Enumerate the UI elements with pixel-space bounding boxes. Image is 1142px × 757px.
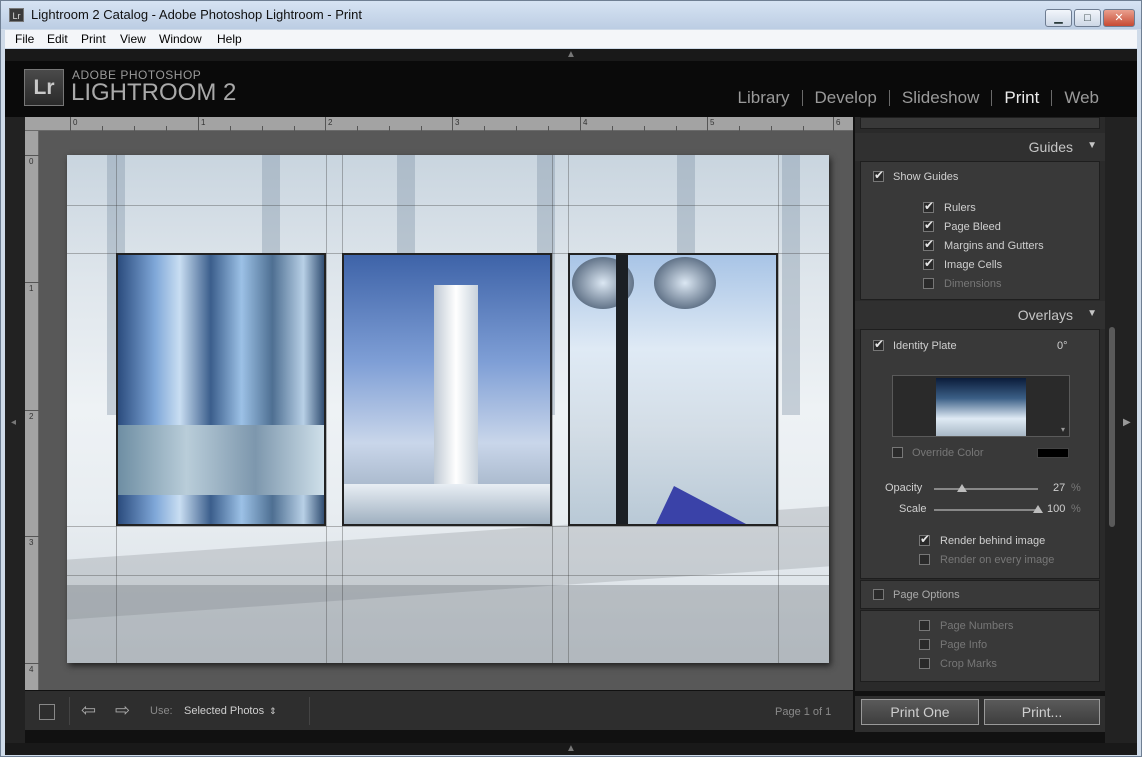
page-options-row: Page Options (860, 580, 1100, 609)
rulers-checkbox[interactable] (923, 199, 934, 213)
top-panel-toggle[interactable]: ▲ (5, 49, 1137, 61)
title-bar[interactable]: Lr Lightroom 2 Catalog - Adobe Photoshop… (1, 1, 1141, 29)
page-options-section: Page Numbers Page Info Crop Marks (860, 610, 1100, 682)
guide-line (552, 155, 553, 663)
collapse-down-icon[interactable]: ▲ (566, 743, 576, 754)
override-color-swatch[interactable] (1037, 448, 1069, 458)
application-window: Lr Lightroom 2 Catalog - Adobe Photoshop… (0, 0, 1142, 757)
module-develop[interactable]: Develop (815, 88, 877, 108)
lr-logo: Lr (24, 69, 64, 106)
expand-left-icon[interactable]: ◂ (11, 417, 16, 428)
menu-help[interactable]: Help (217, 32, 242, 46)
menu-edit[interactable]: Edit (47, 32, 68, 46)
updown-icon: ⇕ (269, 706, 277, 716)
image-cell-2[interactable] (342, 253, 552, 526)
horizontal-ruler: 0 1 2 3 4 5 6 (25, 117, 853, 131)
identity-plate-bar: Lr ADOBE PHOTOSHOP LIGHTROOM 2 Library D… (5, 61, 1137, 117)
print-one-button[interactable]: Print One (861, 699, 979, 725)
window-title: Lightroom 2 Catalog - Adobe Photoshop Li… (31, 7, 362, 22)
page-options-checkbox[interactable] (873, 589, 884, 600)
image-cells-checkbox[interactable] (923, 256, 934, 270)
use-label: Use: (150, 705, 173, 717)
overlays-section: Identity Plate 0° ▾ Override Color Opaci… (860, 329, 1100, 579)
opacity-slider[interactable] (934, 484, 1038, 492)
next-page-icon[interactable]: ⇨ (115, 700, 130, 721)
guide-line (67, 526, 829, 527)
image-cell-1[interactable] (116, 253, 326, 526)
identity-plate-angle[interactable]: 0° (1057, 340, 1068, 352)
left-panel-toggle[interactable]: ◂ (5, 117, 25, 743)
module-library[interactable]: Library (738, 88, 790, 108)
guide-line (778, 155, 779, 663)
module-divider (991, 90, 993, 106)
scale-slider-knob[interactable] (1033, 505, 1043, 513)
print-page (67, 155, 829, 663)
guide-line (326, 155, 327, 663)
module-divider (888, 90, 890, 106)
render-behind-checkbox[interactable] (919, 532, 930, 546)
collapse-up-icon[interactable]: ▲ (566, 49, 576, 60)
identity-plate-preview[interactable]: ▾ (892, 375, 1070, 437)
scale-slider[interactable] (934, 505, 1043, 513)
filmstrip-toolbar: ⇦ ⇨ Use: Selected Photos ⇕ Page 1 of 1 (25, 690, 853, 730)
collapse-right-icon[interactable]: ▶ (1123, 417, 1131, 428)
module-print[interactable]: Print (1004, 88, 1039, 108)
render-every-checkbox[interactable] (919, 554, 930, 565)
dropdown-triangle-icon[interactable]: ▾ (1061, 425, 1065, 434)
panel-scrollbar[interactable] (1109, 327, 1115, 527)
module-web[interactable]: Web (1064, 88, 1099, 108)
vertical-ruler: 0 1 2 3 4 (25, 131, 39, 690)
guides-section: Show Guides Rulers Page Bleed Margins an… (860, 161, 1100, 300)
module-slideshow[interactable]: Slideshow (902, 88, 980, 108)
guide-line (67, 205, 829, 206)
previous-page-icon[interactable]: ⇦ (81, 700, 96, 721)
scale-value[interactable]: 100 (1047, 503, 1065, 515)
guide-line (67, 575, 829, 576)
show-guides-checkbox[interactable] (873, 168, 884, 182)
close-button[interactable]: ✕ (1103, 9, 1135, 27)
print-buttons: Print One Print... (855, 696, 1105, 732)
module-divider (801, 90, 803, 106)
page-indicator: Page 1 of 1 (775, 706, 832, 718)
page-numbers-checkbox[interactable] (919, 620, 930, 631)
print-button[interactable]: Print... (984, 699, 1100, 725)
right-panel: Guides ▼ Show Guides Rulers Page Bleed M… (855, 117, 1105, 691)
guides-panel-header[interactable]: Guides ▼ (855, 133, 1105, 161)
overlays-panel-header[interactable]: Overlays ▼ (855, 301, 1105, 329)
view-toggle-button[interactable] (39, 704, 55, 720)
page-bleed-checkbox[interactable] (923, 218, 934, 232)
lighthouse (434, 285, 478, 500)
opacity-slider-knob[interactable] (957, 484, 967, 492)
use-selector[interactable]: Selected Photos ⇕ (184, 705, 277, 717)
override-color-checkbox[interactable] (892, 447, 903, 458)
image-cell-3[interactable] (568, 253, 778, 526)
opacity-value[interactable]: 27 (1053, 482, 1065, 494)
collapse-triangle-icon[interactable]: ▼ (1087, 140, 1097, 151)
page-info-checkbox[interactable] (919, 639, 930, 650)
crop-marks-checkbox[interactable] (919, 658, 930, 669)
menu-bar: File Edit Print View Window Help (5, 30, 1137, 48)
module-divider (1051, 90, 1053, 106)
menu-file[interactable]: File (15, 32, 34, 46)
print-preview-area: 0 1 2 3 4 5 6 0 1 2 3 4 (25, 117, 853, 690)
collapse-triangle-icon[interactable]: ▼ (1087, 308, 1097, 319)
brand-line-2: LIGHTROOM 2 (71, 79, 237, 106)
margins-gutters-checkbox[interactable] (923, 237, 934, 251)
workspace: ▲ Lr ADOBE PHOTOSHOP LIGHTROOM 2 Library… (5, 49, 1137, 755)
dimensions-checkbox[interactable] (923, 278, 934, 289)
menu-print[interactable]: Print (81, 32, 106, 46)
right-panel-edge[interactable]: ▶ (1105, 117, 1137, 743)
bottom-panel-toggle[interactable]: ▲ (5, 743, 1137, 755)
menu-window[interactable]: Window (159, 32, 202, 46)
identity-plate-checkbox[interactable] (873, 337, 884, 351)
menu-view[interactable]: View (120, 32, 146, 46)
module-picker: Library Develop Slideshow Print Web (738, 86, 1099, 110)
maximize-button[interactable]: □ (1074, 9, 1101, 27)
lightroom-app-icon: Lr (9, 8, 24, 22)
identity-plate-image (936, 378, 1026, 436)
minimize-button[interactable]: ▁ (1045, 9, 1072, 27)
